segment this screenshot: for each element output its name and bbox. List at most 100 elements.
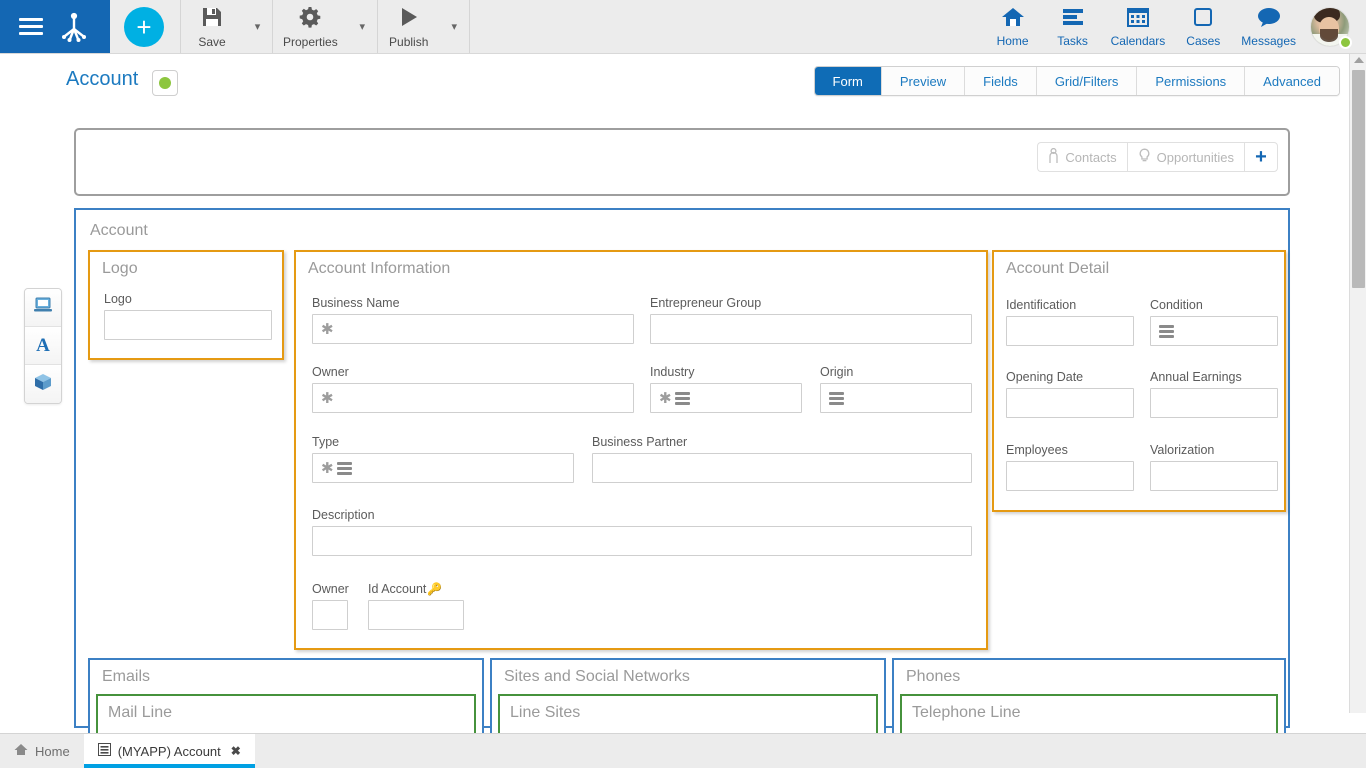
- sites-panel[interactable]: Sites and Social Networks Line Sites: [490, 658, 886, 733]
- field-description[interactable]: Description: [312, 508, 972, 556]
- field-owner-small-input[interactable]: [312, 600, 348, 630]
- field-business-name-input[interactable]: ✱: [312, 314, 634, 344]
- publish-label: Publish: [389, 34, 429, 49]
- field-origin-input[interactable]: [820, 383, 972, 413]
- field-employees-input[interactable]: [1006, 461, 1134, 491]
- status-indicator[interactable]: [152, 70, 178, 96]
- field-type[interactable]: Type ✱: [312, 435, 574, 483]
- telephone-line-panel[interactable]: Telephone Line: [900, 694, 1278, 733]
- account-information-panel[interactable]: Account Information Business Name ✱ Entr…: [294, 250, 988, 650]
- field-opening-date-input[interactable]: [1006, 388, 1134, 418]
- field-owner-small[interactable]: Owner: [312, 582, 349, 630]
- nav-messages[interactable]: Messages: [1233, 0, 1304, 53]
- close-icon[interactable]: ✖: [231, 744, 241, 758]
- text-tool-button[interactable]: A: [25, 327, 61, 365]
- taskbar: Home (MYAPP) Account ✖: [0, 733, 1366, 768]
- nav-calendars[interactable]: Calendars: [1103, 0, 1174, 53]
- gear-icon: [299, 6, 321, 33]
- save-button[interactable]: Save: [181, 0, 243, 53]
- field-industry-label: Industry: [650, 365, 695, 379]
- line-sites-panel[interactable]: Line Sites: [498, 694, 878, 733]
- nav-home[interactable]: Home: [983, 0, 1043, 53]
- tasks-icon: [1060, 6, 1086, 33]
- logo-panel[interactable]: Logo Logo: [88, 250, 284, 360]
- field-employees[interactable]: Employees: [1006, 443, 1134, 491]
- list-lookup-icon[interactable]: [674, 391, 690, 405]
- field-entrepreneur-group[interactable]: Entrepreneur Group: [650, 296, 972, 344]
- required-asterisk-icon: ✱: [321, 320, 334, 338]
- field-condition[interactable]: Condition: [1150, 298, 1278, 346]
- relations-buttons: Contacts Opportunities +: [1037, 142, 1278, 172]
- field-annual-earnings-input[interactable]: [1150, 388, 1278, 418]
- tab-grid-filters[interactable]: Grid/Filters: [1036, 67, 1138, 95]
- field-description-input[interactable]: [312, 526, 972, 556]
- field-condition-input[interactable]: [1150, 316, 1278, 346]
- avatar-area[interactable]: [1304, 0, 1358, 53]
- field-origin[interactable]: Origin: [820, 365, 972, 413]
- publish-button[interactable]: Publish: [378, 0, 440, 53]
- nav-cases[interactable]: Cases: [1173, 0, 1233, 53]
- form-root-panel[interactable]: Account Logo Logo Account Information Bu…: [74, 208, 1290, 733]
- field-owner[interactable]: Owner ✱: [312, 365, 634, 413]
- properties-dropdown-chevron-down-icon[interactable]: ▾: [348, 0, 378, 53]
- tab-fields[interactable]: Fields: [965, 67, 1037, 95]
- publish-dropdown-chevron-down-icon[interactable]: ▾: [440, 0, 470, 53]
- field-annual-earnings[interactable]: Annual Earnings: [1150, 370, 1278, 418]
- field-identification-input[interactable]: [1006, 316, 1134, 346]
- hamburger-icon[interactable]: [19, 18, 43, 35]
- add-new-button[interactable]: +: [124, 6, 164, 47]
- nav-tasks[interactable]: Tasks: [1043, 0, 1103, 53]
- account-detail-panel[interactable]: Account Detail Identification Condition …: [992, 250, 1286, 512]
- field-industry-input[interactable]: ✱: [650, 383, 802, 413]
- list-lookup-icon[interactable]: [336, 461, 352, 475]
- add-relation-button[interactable]: +: [1244, 142, 1278, 172]
- tab-form[interactable]: Form: [814, 67, 882, 95]
- properties-button[interactable]: Properties: [273, 0, 348, 53]
- tab-advanced[interactable]: Advanced: [1245, 67, 1339, 95]
- phones-panel[interactable]: Phones Telephone Line: [892, 658, 1286, 733]
- save-dropdown-chevron-down-icon[interactable]: ▾: [243, 0, 273, 53]
- nav-cases-label: Cases: [1186, 34, 1221, 48]
- scrollbar-thumb[interactable]: [1352, 70, 1365, 288]
- list-lookup-icon[interactable]: [829, 391, 844, 405]
- field-identification[interactable]: Identification: [1006, 298, 1134, 346]
- emails-panel[interactable]: Emails Mail Line: [88, 658, 484, 733]
- component-tool-button[interactable]: [25, 365, 61, 403]
- taskbar-item-account-label: (MYAPP) Account: [117, 743, 221, 759]
- brand-area: [0, 0, 110, 53]
- field-logo-input[interactable]: [104, 310, 272, 340]
- key-icon: 🔑: [427, 582, 443, 596]
- field-entrepreneur-group-label: Entrepreneur Group: [650, 296, 762, 310]
- field-business-partner[interactable]: Business Partner: [592, 435, 972, 483]
- field-owner-input[interactable]: ✱: [312, 383, 634, 413]
- sites-panel-title: Sites and Social Networks: [504, 668, 690, 685]
- field-id-account-input[interactable]: [368, 600, 464, 630]
- phones-panel-title: Phones: [906, 668, 961, 685]
- relation-opportunities-button[interactable]: Opportunities: [1126, 142, 1244, 172]
- relation-contacts-button[interactable]: Contacts: [1037, 142, 1127, 172]
- field-id-account[interactable]: Id Account🔑: [368, 582, 464, 630]
- app-logo-icon[interactable]: [57, 10, 91, 44]
- field-valorization[interactable]: Valorization: [1150, 443, 1278, 491]
- taskbar-item-account[interactable]: (MYAPP) Account ✖: [83, 734, 255, 768]
- field-valorization-label: Valorization: [1150, 443, 1215, 457]
- field-logo[interactable]: Logo: [104, 292, 272, 340]
- tab-permissions[interactable]: Permissions: [1137, 67, 1246, 95]
- field-entrepreneur-group-input[interactable]: [650, 314, 972, 344]
- field-opening-date[interactable]: Opening Date: [1006, 370, 1134, 418]
- home-icon: [1000, 6, 1026, 33]
- lightbulb-icon: [1138, 148, 1151, 167]
- mail-line-panel[interactable]: Mail Line: [96, 694, 476, 733]
- field-business-partner-input[interactable]: [592, 453, 972, 483]
- vertical-scrollbar[interactable]: [1349, 54, 1366, 713]
- save-label: Save: [198, 34, 226, 49]
- layout-tool-button[interactable]: [25, 289, 61, 327]
- tab-preview[interactable]: Preview: [881, 67, 966, 95]
- field-industry[interactable]: Industry ✱: [650, 365, 802, 413]
- field-type-input[interactable]: ✱: [312, 453, 574, 483]
- field-valorization-input[interactable]: [1150, 461, 1278, 491]
- scroll-up-arrow-icon[interactable]: [1354, 57, 1364, 63]
- taskbar-item-home[interactable]: Home: [0, 734, 84, 768]
- list-lookup-icon[interactable]: [1159, 324, 1174, 338]
- field-business-name[interactable]: Business Name ✱: [312, 296, 634, 344]
